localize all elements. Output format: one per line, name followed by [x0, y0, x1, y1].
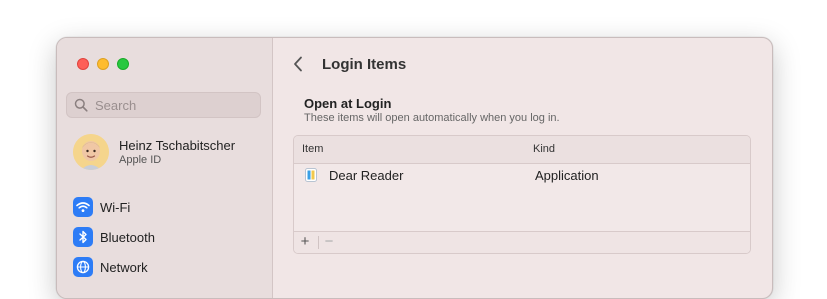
- window-controls: [77, 58, 129, 70]
- column-header-item[interactable]: Item: [302, 143, 323, 155]
- bluetooth-icon: [73, 227, 93, 247]
- apple-id-account[interactable]: Heinz Tschabitscher Apple ID: [73, 134, 235, 170]
- search-input[interactable]: [93, 96, 247, 114]
- item-kind: Application: [535, 168, 599, 183]
- table-toolbar: + −: [294, 231, 750, 253]
- sidebar: Heinz Tschabitscher Apple ID Wi-Fi: [57, 38, 273, 298]
- wifi-icon: [73, 197, 93, 217]
- table-row[interactable]: Dear Reader Application: [294, 164, 750, 188]
- account-subtitle: Apple ID: [119, 154, 162, 166]
- page-title: Login Items: [322, 56, 407, 73]
- main-pane: Login Items Open at Login These items wi…: [273, 38, 772, 298]
- sidebar-item-label: Wi-Fi: [100, 199, 131, 215]
- avatar: [73, 134, 109, 170]
- zoom-button[interactable]: [117, 58, 129, 70]
- chevron-left-icon: [294, 56, 302, 72]
- dear-reader-app-icon: [305, 168, 317, 182]
- search-icon: [74, 98, 88, 112]
- add-item-button[interactable]: +: [296, 233, 314, 251]
- settings-window: Heinz Tschabitscher Apple ID Wi-Fi: [56, 37, 773, 299]
- remove-item-button[interactable]: −: [320, 233, 338, 251]
- section-subtitle: These items will open automatically when…: [304, 112, 560, 124]
- account-name: Heinz Tschabitscher: [119, 138, 236, 153]
- column-header-kind[interactable]: Kind: [533, 143, 555, 155]
- close-button[interactable]: [77, 58, 89, 70]
- sidebar-item-label: Network: [100, 259, 148, 275]
- sidebar-item-wifi[interactable]: Wi-Fi: [73, 192, 155, 222]
- sidebar-item-label: Bluetooth: [100, 229, 155, 245]
- sidebar-item-bluetooth[interactable]: Bluetooth: [73, 222, 155, 252]
- globe-icon: [73, 257, 93, 277]
- search-field[interactable]: [66, 92, 261, 118]
- item-name: Dear Reader: [329, 168, 404, 183]
- minimize-button[interactable]: [97, 58, 109, 70]
- sidebar-nav: Wi-Fi Bluetooth Network: [73, 192, 155, 282]
- login-items-table: Item Kind Dear Reader Application + −: [293, 135, 751, 254]
- back-button[interactable]: [289, 54, 307, 74]
- toolbar-divider: [318, 236, 319, 249]
- table-header: Item Kind: [294, 136, 750, 164]
- section-title: Open at Login: [304, 96, 392, 111]
